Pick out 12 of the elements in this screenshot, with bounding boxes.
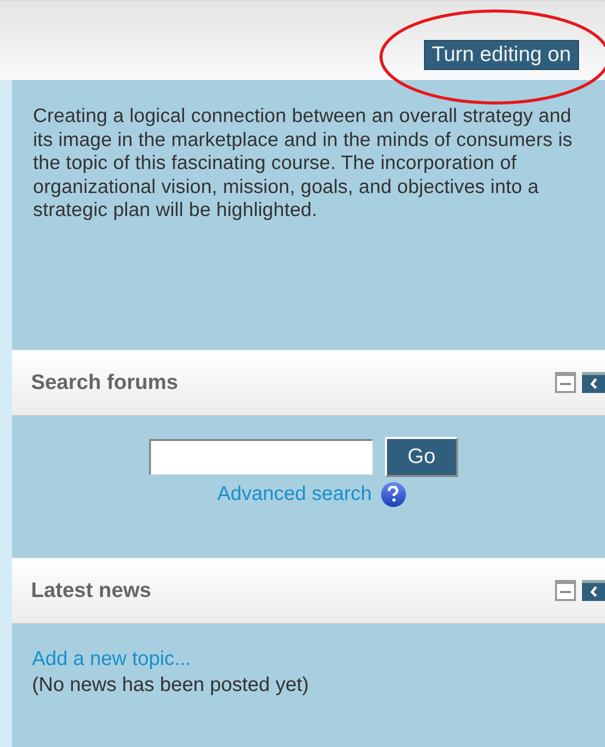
- turn-editing-on-button[interactable]: Turn editing on: [424, 40, 579, 70]
- go-button[interactable]: Go: [385, 437, 458, 477]
- block-title: Latest news: [31, 578, 152, 604]
- no-news-text: (No news has been posted yet): [32, 673, 310, 698]
- block-title: Search forums: [31, 370, 178, 396]
- help-icon[interactable]: [380, 482, 406, 506]
- collapse-left-icon[interactable]: [582, 580, 605, 601]
- collapse-left-icon[interactable]: [582, 372, 605, 393]
- minimize-icon[interactable]: [555, 372, 576, 393]
- search-field[interactable]: [149, 439, 373, 475]
- minimize-icon[interactable]: [555, 580, 576, 601]
- course-summary: Creating a logical connection between an overall strategy and its image in the marketplace and in the minds of consumers is the topic of this fascinating course. The incorporation of organizational vision, mission, goals, and objectives into a strategic plan will be highlighted.: [32, 104, 574, 223]
